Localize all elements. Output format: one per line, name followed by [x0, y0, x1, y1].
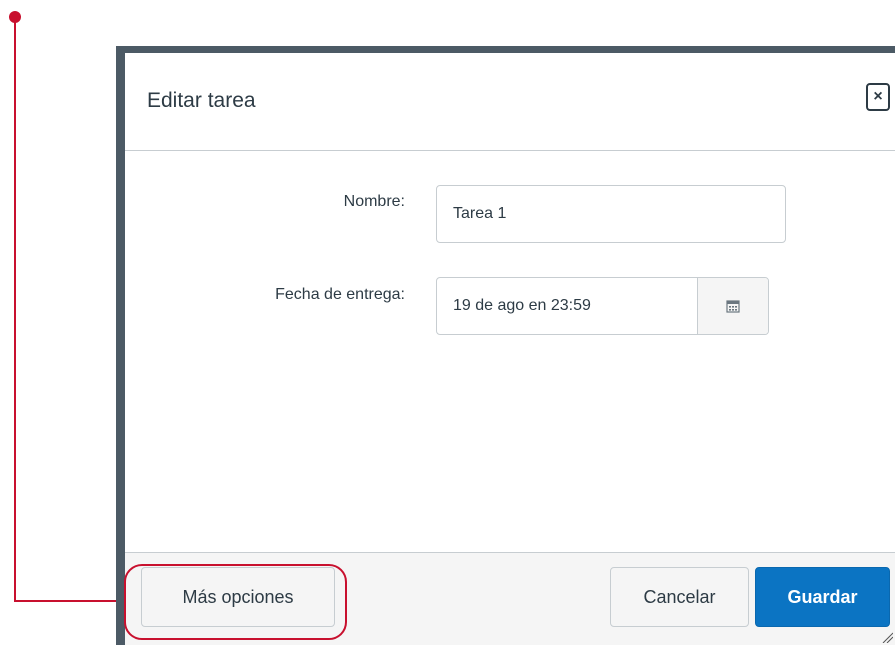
- due-date-input[interactable]: 19 de ago en 23:59: [437, 278, 697, 334]
- calendar-button[interactable]: [697, 278, 768, 334]
- callout-line: [14, 18, 16, 602]
- name-label: Nombre:: [343, 193, 405, 210]
- close-button[interactable]: ×: [866, 83, 890, 111]
- cancel-button[interactable]: Cancelar: [610, 567, 749, 627]
- callout-highlight-ring: [124, 564, 347, 640]
- dialog-title: Editar tarea: [147, 89, 256, 112]
- save-button[interactable]: Guardar: [755, 567, 890, 627]
- due-date-field: 19 de ago en 23:59: [436, 277, 769, 335]
- callout-line: [14, 600, 125, 602]
- calendar-icon: [726, 300, 740, 313]
- dialog-content: Editar tarea × Nombre: Tarea 1 Fecha de …: [125, 53, 895, 645]
- resize-handle-icon[interactable]: [881, 631, 893, 643]
- dialog-header: Editar tarea ×: [125, 53, 895, 151]
- close-icon: ×: [873, 88, 883, 105]
- due-date-label: Fecha de entrega:: [275, 286, 405, 303]
- name-input[interactable]: Tarea 1: [436, 185, 786, 243]
- due-date-value: 19 de ago en 23:59: [453, 297, 591, 314]
- name-input-value: Tarea 1: [453, 205, 507, 222]
- edit-assignment-dialog: Editar tarea × Nombre: Tarea 1 Fecha de …: [116, 46, 895, 645]
